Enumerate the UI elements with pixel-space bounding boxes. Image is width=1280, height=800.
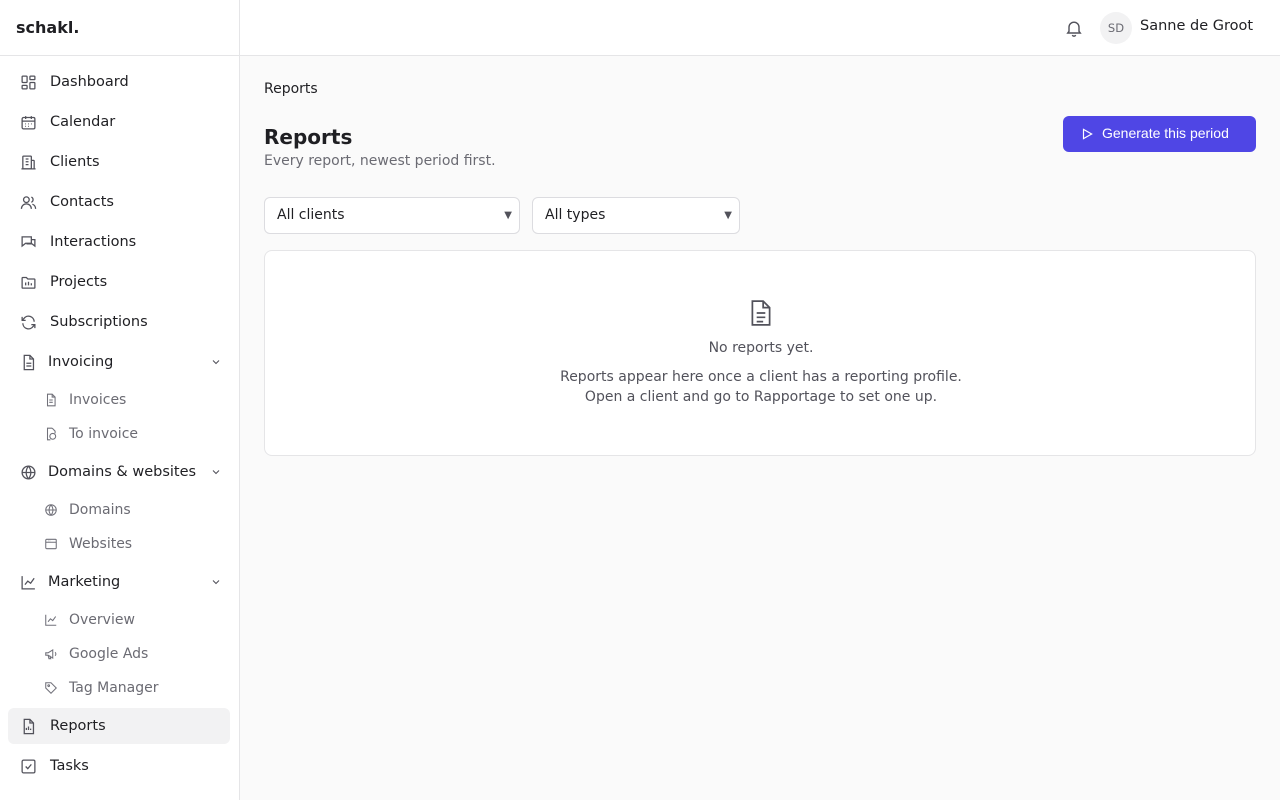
sidebar-item-invoices[interactable]: Invoices (36, 385, 230, 415)
sidebar-item-label: Domains & websites (48, 464, 197, 480)
sidebar-item-label: Invoices (69, 392, 127, 408)
generate-period-label: Generate this period (1102, 125, 1229, 141)
sidebar-item-label: Google Ads (69, 646, 149, 662)
sidebar-item-overview[interactable]: Overview (36, 605, 230, 635)
empty-state-description: Reports appear here once a client has a … (560, 369, 962, 405)
top-bar: SD Sanne de Groot (240, 0, 1280, 56)
chevron-down-icon[interactable] (210, 356, 222, 368)
chat-icon (20, 234, 37, 251)
client-filter-select[interactable]: All clients ▼ (264, 197, 520, 234)
sidebar-item-dashboard[interactable]: Dashboard (8, 64, 230, 100)
sidebar-item-calendar[interactable]: Calendar (8, 104, 230, 140)
play-icon (1080, 127, 1094, 141)
sidebar-item-label: Dashboard (50, 74, 129, 90)
bell-icon[interactable] (1064, 18, 1084, 38)
sidebar-item-label: Calendar (50, 114, 116, 130)
sidebar-item-invoicing[interactable]: Invoicing (8, 344, 230, 380)
chevron-down-icon[interactable] (210, 466, 222, 478)
type-filter-value: All types (545, 207, 606, 223)
sidebar-item-label: Marketing (48, 574, 121, 590)
calendar-icon (20, 114, 37, 131)
empty-state-title: No reports yet. (708, 340, 814, 356)
chart-icon (20, 574, 37, 591)
globe-icon (20, 464, 37, 481)
sidebar: schakl. Dashboard Calendar Clients Conta… (0, 0, 240, 800)
sidebar-item-reports[interactable]: Reports (8, 708, 230, 744)
breadcrumb: Reports (264, 81, 318, 97)
sidebar-item-label: Domains (69, 502, 131, 518)
sidebar-item-label: Websites (69, 536, 133, 552)
megaphone-icon (44, 647, 58, 661)
coins-icon (44, 427, 58, 441)
report-icon (20, 718, 37, 735)
sidebar-item-domains[interactable]: Domains (36, 495, 230, 525)
app-logo[interactable]: schakl. (0, 0, 239, 56)
page-subtitle: Every report, newest period first. (264, 153, 496, 169)
tag-icon (44, 681, 58, 695)
sidebar-item-projects[interactable]: Projects (8, 264, 230, 300)
checkbox-icon (20, 758, 37, 775)
dashboard-icon (20, 74, 37, 91)
sidebar-item-label: Clients (50, 154, 100, 170)
refresh-icon (20, 314, 37, 331)
dropdown-arrow-icon: ▼ (504, 210, 512, 221)
sidebar-item-domains-websites[interactable]: Domains & websites (8, 454, 230, 490)
sidebar-item-tag-manager[interactable]: Tag Manager (36, 673, 230, 703)
empty-state-card: No reports yet. Reports appear here once… (264, 250, 1256, 456)
sidebar-item-label: To invoice (69, 426, 139, 442)
page-title: Reports (264, 125, 353, 149)
sidebar-item-tasks[interactable]: Tasks (8, 748, 230, 784)
generate-period-button[interactable]: Generate this period (1063, 116, 1256, 152)
file-icon (44, 393, 58, 407)
sidebar-item-interactions[interactable]: Interactions (8, 224, 230, 260)
sidebar-item-websites[interactable]: Websites (36, 529, 230, 559)
sidebar-item-label: Tag Manager (69, 680, 159, 696)
users-icon (20, 194, 37, 211)
sidebar-item-label: Interactions (50, 234, 137, 250)
sidebar-item-label: Projects (50, 274, 108, 290)
globe-icon (44, 503, 58, 517)
chart-icon (44, 613, 58, 627)
dropdown-arrow-icon: ▼ (724, 210, 732, 221)
browser-icon (44, 537, 58, 551)
sidebar-item-label: Contacts (50, 194, 114, 210)
sidebar-item-label: Overview (69, 612, 135, 628)
sidebar-item-to-invoice[interactable]: To invoice (36, 419, 230, 449)
document-icon (748, 299, 774, 327)
sidebar-item-google-ads[interactable]: Google Ads (36, 639, 230, 669)
sidebar-item-contacts[interactable]: Contacts (8, 184, 230, 220)
type-filter-select[interactable]: All types ▼ (532, 197, 740, 234)
building-icon (20, 154, 37, 171)
sidebar-item-label: Invoicing (48, 354, 114, 370)
user-name[interactable]: Sanne de Groot (1140, 18, 1253, 34)
sidebar-item-label: Tasks (50, 758, 89, 774)
sidebar-item-subscriptions[interactable]: Subscriptions (8, 304, 230, 340)
folder-icon (20, 274, 37, 291)
sidebar-item-label: Subscriptions (50, 314, 148, 330)
sidebar-item-marketing[interactable]: Marketing (8, 564, 230, 600)
client-filter-value: All clients (277, 207, 345, 223)
sidebar-item-clients[interactable]: Clients (8, 144, 230, 180)
document-icon (20, 354, 37, 371)
chevron-down-icon[interactable] (210, 576, 222, 588)
avatar[interactable]: SD (1100, 12, 1132, 44)
sidebar-item-label: Reports (50, 718, 106, 734)
